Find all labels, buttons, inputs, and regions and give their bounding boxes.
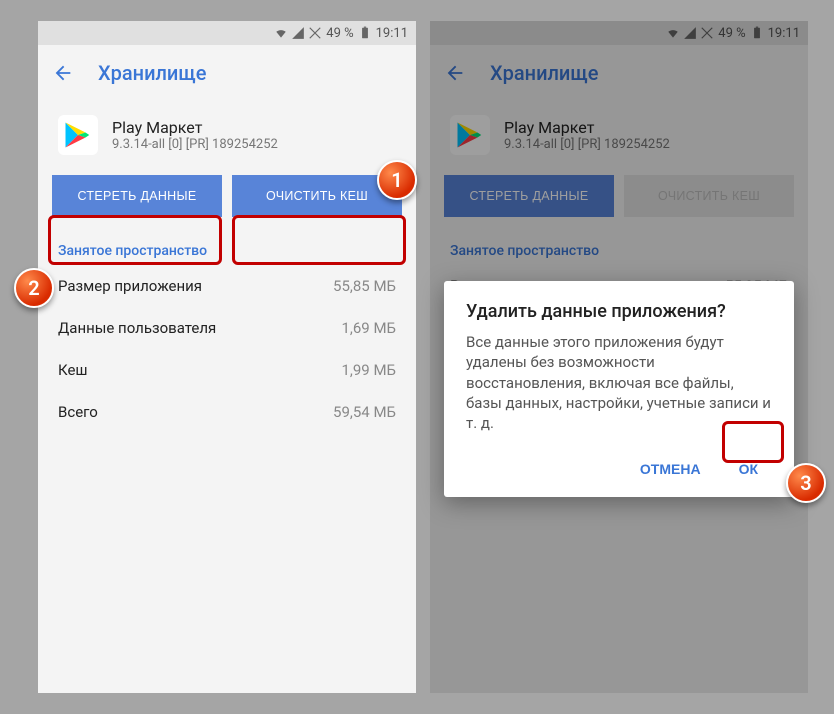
- step-badge-2: 2: [14, 268, 54, 308]
- erase-data-button[interactable]: СТЕРЕТЬ ДАННЫЕ: [52, 175, 222, 217]
- phone-screenshot-left: 49 % 19:11 Хранилище Play Маркет 9.3.14-…: [38, 21, 416, 693]
- page-title: Хранилище: [98, 61, 206, 85]
- stat-row: Кеш1,99 МБ: [38, 349, 416, 391]
- step-badge-1: 1: [377, 160, 417, 200]
- play-store-icon: [58, 115, 98, 155]
- dialog-body: Все данные этого приложения будут удален…: [466, 332, 772, 433]
- wifi-icon: [274, 26, 288, 40]
- stat-row: Всего59,54 МБ: [38, 391, 416, 433]
- status-bar: 49 % 19:11: [38, 21, 416, 45]
- stats-list: Размер приложения55,85 МБ Данные пользов…: [38, 265, 416, 433]
- signal-icon: [291, 26, 305, 40]
- status-time: 19:11: [376, 26, 408, 41]
- battery-text: 49 %: [326, 26, 353, 41]
- step-badge-3: 3: [786, 463, 826, 503]
- stat-row: Данные пользователя1,69 МБ: [38, 307, 416, 349]
- dialog-ok-button[interactable]: ОК: [725, 451, 772, 487]
- app-version: 9.3.14-all [0] [PR] 189254252: [112, 137, 278, 152]
- app-bar: Хранилище: [38, 45, 416, 101]
- confirm-dialog: Удалить данные приложения? Все данные эт…: [444, 281, 794, 497]
- back-arrow-icon[interactable]: [52, 62, 74, 84]
- dialog-title: Удалить данные приложения?: [466, 301, 772, 322]
- phone-screenshot-right: 49 % 19:11 Хранилище Play Маркет 9.3.14-…: [430, 21, 808, 693]
- dialog-cancel-button[interactable]: ОТМЕНА: [626, 451, 715, 487]
- button-row: СТЕРЕТЬ ДАННЫЕ ОЧИСТИТЬ КЕШ: [38, 169, 416, 231]
- stat-row: Размер приложения55,85 МБ: [38, 265, 416, 307]
- app-name: Play Маркет: [112, 118, 278, 137]
- app-row: Play Маркет 9.3.14-all [0] [PR] 18925425…: [38, 101, 416, 169]
- signal-x-icon: [308, 26, 322, 40]
- section-label: Занятое пространство: [38, 231, 416, 265]
- battery-icon: [358, 26, 372, 40]
